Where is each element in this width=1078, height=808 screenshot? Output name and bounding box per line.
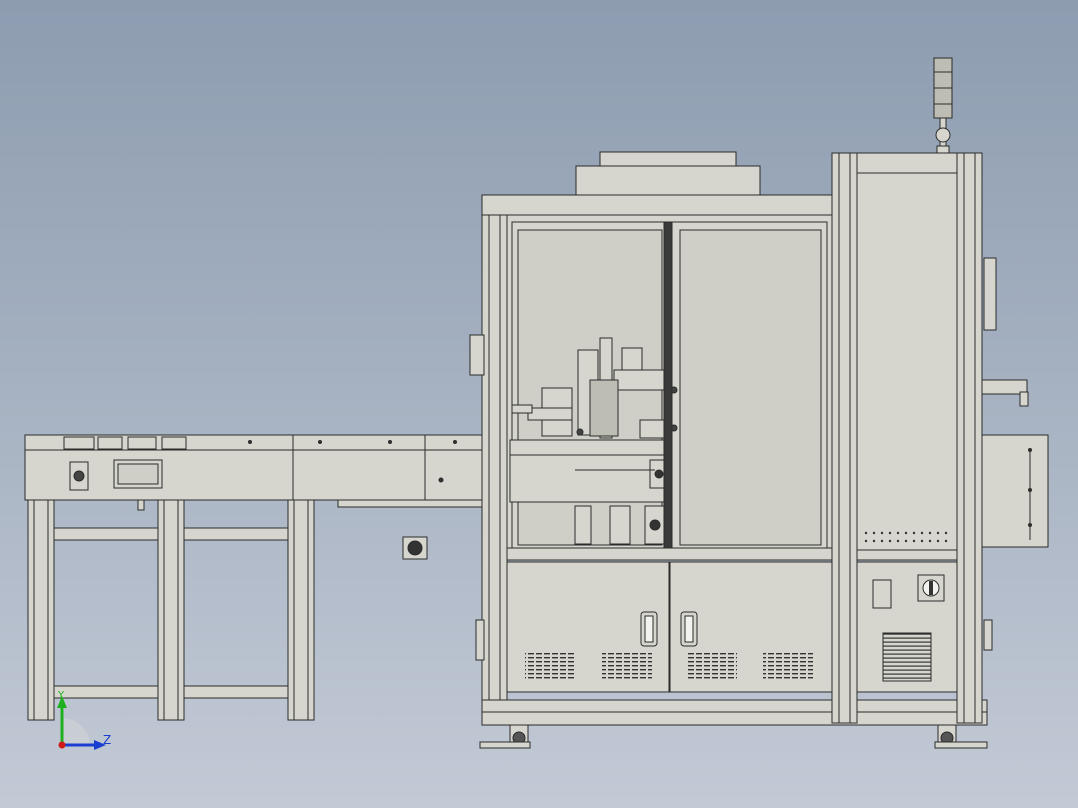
coordinate-triad: Y Z <box>57 690 111 750</box>
cad-viewport[interactable]: Y Z <box>0 0 1078 808</box>
conveyor-section <box>24 434 511 721</box>
frame-post-left <box>481 194 508 726</box>
top-hood <box>575 165 761 197</box>
machine-drawing: Y Z <box>24 57 1049 750</box>
vent-grill <box>882 632 932 682</box>
power-switch[interactable] <box>872 579 892 609</box>
tower-post-left <box>831 152 858 724</box>
conveyor-leg <box>287 499 315 721</box>
origin-dot <box>58 741 66 749</box>
z-axis-label: Z <box>103 733 111 747</box>
triad-quadrant <box>62 718 90 745</box>
conveyor-leg <box>27 499 55 721</box>
frame-top-beam <box>481 194 835 216</box>
cabinet-feet <box>479 724 988 749</box>
signal-light-tower <box>933 57 953 154</box>
exit-tunnel <box>979 434 1049 548</box>
control-tower <box>831 57 1049 724</box>
conveyor-leg <box>157 499 185 721</box>
tower-post-right <box>956 152 983 724</box>
y-axis-label: Y <box>57 690 65 701</box>
tower-upper-panel <box>856 172 958 551</box>
